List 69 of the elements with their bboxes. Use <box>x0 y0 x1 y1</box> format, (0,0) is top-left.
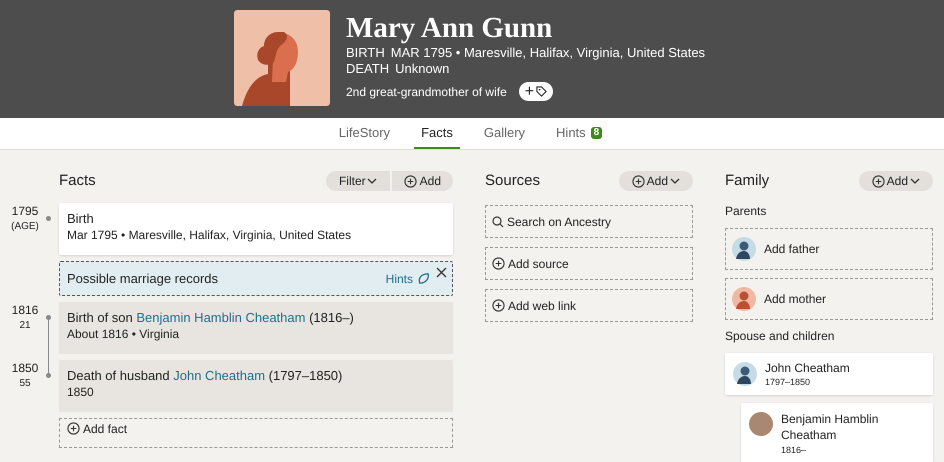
add-fact-box[interactable]: Add fact <box>59 418 453 448</box>
add-family-menu-button[interactable]: Add <box>858 171 933 191</box>
section-title: Facts <box>59 170 96 191</box>
filter-button[interactable]: Filter <box>326 171 390 191</box>
add-icon <box>492 299 505 312</box>
birth-label: BIRTH <box>346 45 385 61</box>
photo-placeholder <box>749 412 773 436</box>
person-avatar-icon <box>732 287 756 311</box>
person-name: Mary Ann Gunn <box>346 11 554 45</box>
person-avatar-icon <box>732 237 756 261</box>
hint-title: Possible marriage records <box>67 270 220 288</box>
tab[interactable]: LifeStory <box>332 118 398 149</box>
caret-icon <box>366 178 377 184</box>
tab[interactable]: Facts <box>414 118 460 149</box>
add-parent-card[interactable]: Add father <box>725 228 933 270</box>
add-icon <box>632 174 645 188</box>
add-icon <box>404 174 417 188</box>
add-tag-button[interactable]: + <box>518 82 554 101</box>
add-icon <box>67 422 80 435</box>
tag-icon <box>536 86 548 97</box>
fact-detail: 1850 <box>67 384 95 400</box>
death-detail: Unknown <box>395 61 450 77</box>
fact-age: 21 <box>19 319 31 333</box>
fact-age: 55 <box>19 377 31 391</box>
fact-detail: About 1816 • Virginia <box>67 326 180 342</box>
leaf-icon <box>417 272 430 285</box>
fact-card[interactable]: Death of husband John Cheatham (1797–1850) 1850 <box>59 360 453 412</box>
add-fact-button[interactable]: Add <box>392 171 453 191</box>
fact-year: 1795 <box>12 204 38 218</box>
fact-detail: Mar 1795 • Maresville, Halifax, Virginia, United States <box>67 227 352 243</box>
person-link[interactable]: Benjamin Hamblin Cheatham <box>136 310 306 325</box>
add-parent-card[interactable]: Add mother <box>725 278 933 320</box>
hints-link[interactable]: Hints <box>386 270 413 288</box>
source-action[interactable]: Add web link <box>485 289 693 322</box>
tab[interactable]: Hints 8 <box>549 118 610 149</box>
source-action[interactable]: Add source <box>485 247 693 280</box>
add-icon <box>492 257 505 270</box>
search-icon <box>492 216 504 228</box>
person-card[interactable]: Benjamin Hamblin Cheatham 1816– <box>741 403 933 462</box>
birth-detail: MAR 1795 • Maresville, Halifax, Virginia, United States <box>390 45 706 61</box>
person-dates: 1797–1850 <box>765 376 812 388</box>
add-source-menu-button[interactable]: Add <box>618 171 693 191</box>
fact-title: Birth <box>67 211 95 227</box>
person-card[interactable]: John Cheatham 1797–1850 <box>725 353 933 395</box>
fact-age: (AGE) <box>11 220 39 234</box>
caret-icon <box>670 178 680 184</box>
person-dates: 1816– <box>781 444 808 456</box>
tab[interactable]: Gallery <box>476 118 532 149</box>
fact-year: 1816 <box>12 303 38 317</box>
add-icon <box>872 174 885 188</box>
person-name: John Cheatham <box>765 360 850 376</box>
section-title: Sources <box>485 170 540 191</box>
relationship-text: 2nd great-grandmother of wife <box>346 84 507 100</box>
person-avatar-icon <box>733 362 757 386</box>
fact-title: Birth of son Benjamin Hamblin Cheatham (1816–) <box>67 310 355 326</box>
caret-icon <box>910 178 920 184</box>
section-title: Family <box>725 170 770 191</box>
person-name: Benjamin Hamblin Cheatham <box>781 411 880 443</box>
fact-card[interactable]: Birth Mar 1795 • Maresville, Halifax, Virginia, United States <box>59 203 453 255</box>
death-label: DEATH <box>346 61 390 77</box>
fact-title: Death of husband John Cheatham (1797–1850) <box>67 368 344 384</box>
fact-year: 1850 <box>12 361 38 375</box>
person-link[interactable]: John Cheatham <box>173 368 266 383</box>
hint-count-badge: 8 <box>590 126 602 138</box>
close-icon[interactable] <box>436 267 447 278</box>
group-label: Parents <box>725 203 768 220</box>
group-label: Spouse and children <box>725 328 836 345</box>
fact-card[interactable]: Birth of son Benjamin Hamblin Cheatham (1816–) About 1816 • Virginia <box>59 302 453 354</box>
source-action[interactable]: Search on Ancestry <box>485 205 693 238</box>
